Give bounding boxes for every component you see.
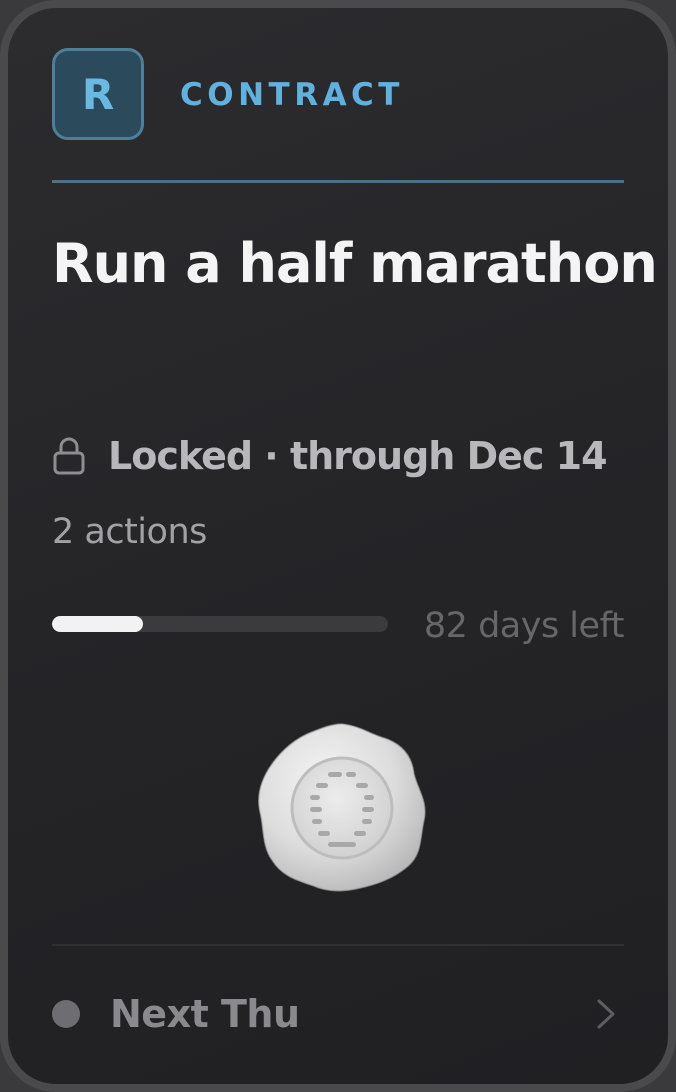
days-left: 82 days left bbox=[423, 606, 625, 646]
next-checkin-label: Next Thu bbox=[110, 992, 300, 1036]
wax-seal-icon[interactable] bbox=[252, 716, 432, 896]
chevron-right-icon[interactable] bbox=[594, 996, 618, 1032]
avatar-letter: R bbox=[81, 69, 115, 119]
lock-status: Locked · through Dec 14 bbox=[52, 428, 608, 484]
header-divider bbox=[52, 180, 624, 183]
footer-divider bbox=[52, 944, 624, 946]
next-checkin-row[interactable]: Next Thu bbox=[52, 984, 624, 1044]
status-dot-icon bbox=[52, 1000, 80, 1028]
contract-card[interactable]: R CONTRACT Run a half marathon Locked · … bbox=[0, 0, 676, 1092]
actions-count: 2 actions bbox=[52, 512, 207, 552]
progress-bar bbox=[52, 616, 388, 632]
avatar[interactable]: R bbox=[52, 48, 144, 140]
lock-icon bbox=[53, 437, 85, 475]
card-kind-label: CONTRACT bbox=[180, 77, 404, 113]
lock-status-text: Locked · through Dec 14 bbox=[108, 434, 608, 478]
contract-title: Run a half marathon bbox=[52, 232, 658, 295]
progress-fill bbox=[52, 616, 143, 632]
